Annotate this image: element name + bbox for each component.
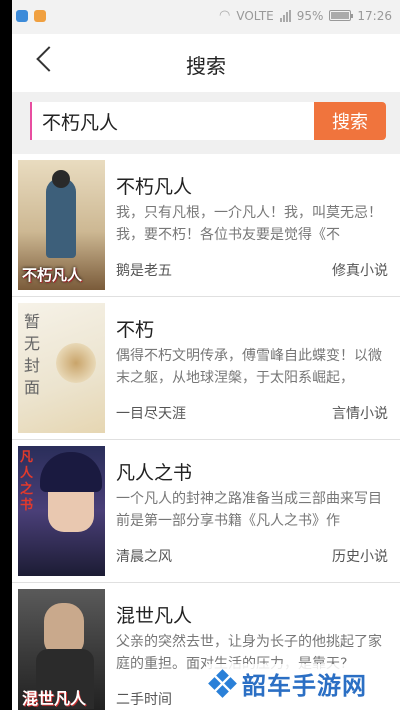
battery-icon: [329, 10, 354, 21]
book-intro: 偶得不朽文明传承，傅雪峰自此蝶变！以微末之躯，从地球涅槃，于太阳系崛起，: [116, 348, 382, 386]
volte-label: VOLTE: [236, 8, 274, 23]
list-item[interactable]: 暂无封面 不朽 偶得不朽文明传承，傅雪峰自此蝶变！以微末之躯，从地球涅槃，于太阳…: [12, 297, 400, 440]
header: 搜索: [12, 34, 400, 92]
book-author: 二手时间: [116, 692, 172, 708]
book-author: 一目尽天涯: [116, 406, 186, 422]
book-cover: 暂无封面: [18, 303, 105, 433]
clock: 17:26: [357, 8, 392, 23]
book-author: 鹅是老五: [116, 263, 172, 279]
cover-title: 不朽凡人: [22, 266, 83, 284]
book-title: 不朽: [116, 319, 155, 341]
result-list: 不朽凡人 不朽凡人 我，只有凡根，一介凡人！我，叫莫无忌！我，要不朽！各位书友要…: [12, 154, 400, 710]
cover-title: 凡人之书: [20, 450, 34, 513]
wifi-icon: ◠: [219, 8, 231, 23]
cover-title: 暂无封面: [24, 312, 41, 397]
book-genre: 言情小说: [332, 406, 388, 422]
watermark-text: 韶车手游网: [242, 672, 367, 700]
watermark: 韶车手游网: [206, 664, 371, 703]
book-genre: 修真小说: [332, 263, 388, 279]
book-cover: 凡人之书: [18, 446, 105, 576]
status-bar: ◠ VOLTE 95% 17:26: [12, 0, 400, 34]
book-title: 不朽凡人: [116, 176, 193, 198]
battery-percent: 95%: [296, 8, 324, 23]
search-bar: 搜索: [12, 92, 400, 154]
status-right: ◠ VOLTE 95% 17:26: [219, 8, 392, 23]
cover-title: 混世凡人: [22, 689, 87, 708]
signal-icon: [279, 9, 291, 22]
list-item[interactable]: 凡人之书 凡人之书 一个凡人的封神之路准备当成三部曲来写目前是第一部分享书籍《凡…: [12, 440, 400, 583]
book-cover: 不朽凡人: [18, 160, 105, 290]
book-intro: 一个凡人的封神之路准备当成三部曲来写目前是第一部分享书籍《凡人之书》作: [116, 491, 382, 529]
book-title: 凡人之书: [116, 462, 193, 484]
book-cover: 混世凡人: [18, 589, 105, 710]
list-item[interactable]: 不朽凡人 不朽凡人 我，只有凡根，一介凡人！我，叫莫无忌！我，要不朽！各位书友要…: [12, 154, 400, 297]
battery-fill: [331, 12, 349, 19]
page-title: 搜索: [186, 54, 226, 78]
watermark-logo-icon: [208, 668, 237, 698]
app-notification-icon: [34, 10, 46, 22]
book-author: 清晨之风: [116, 549, 172, 565]
book-title: 混世凡人: [116, 605, 193, 627]
book-genre: 历史小说: [332, 549, 388, 565]
search-button[interactable]: 搜索: [314, 102, 386, 140]
app-screen: ◠ VOLTE 95% 17:26 搜索 搜索 不朽凡人 不朽凡人 我，只有凡根…: [12, 0, 400, 710]
search-input[interactable]: [30, 102, 314, 140]
notification-icons: [16, 10, 46, 22]
shield-icon: [16, 10, 28, 22]
book-intro: 我，只有凡根，一介凡人！我，叫莫无忌！我，要不朽！各位书友要是觉得《不: [116, 205, 382, 243]
